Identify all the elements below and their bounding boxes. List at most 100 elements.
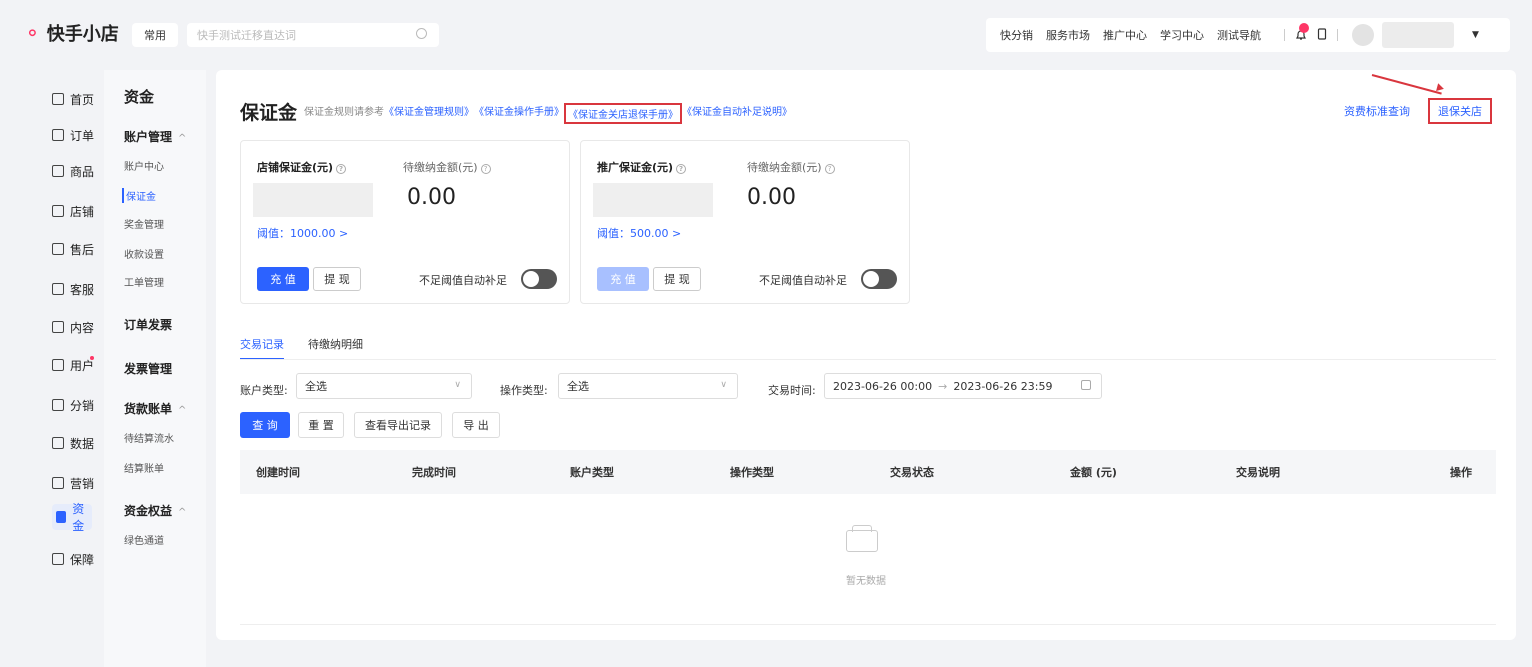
- export-button[interactable]: 导 出: [452, 412, 500, 438]
- col-action: 操作: [1450, 466, 1472, 479]
- annotation-arrow-head: [1436, 83, 1445, 93]
- auto-topup-label: 不足阈值自动补足: [419, 274, 507, 287]
- ref-prefix: 保证金规则请参考: [304, 107, 384, 118]
- promotion-deposit-card: 推广保证金(元)? 待缴纳金额(元)? 0.00 阈值：500.00 > 充 值…: [580, 140, 910, 304]
- fee-standard-link[interactable]: 资费标准查询: [1344, 103, 1410, 119]
- sub-item-deposit[interactable]: 保证金: [122, 188, 156, 203]
- pending-amount-value: 0.00: [747, 185, 796, 210]
- recharge-button[interactable]: 充 值: [597, 267, 649, 291]
- aftersale-icon: [52, 243, 64, 255]
- sub-group-rights[interactable]: 资金权益 ^: [124, 502, 186, 519]
- chevron-down-icon: ∨: [454, 380, 461, 390]
- close-store-button[interactable]: 退保关店: [1428, 98, 1492, 124]
- nav-link-promotion[interactable]: 推广中心: [1103, 27, 1147, 43]
- search-input[interactable]: 快手测试迁移直达词: [187, 23, 439, 47]
- divider: [240, 624, 1496, 625]
- help-icon[interactable]: ?: [336, 164, 347, 174]
- sub-item-ticket[interactable]: 工单管理: [124, 274, 164, 289]
- funds-icon: [56, 511, 67, 523]
- sub-group-order-invoice[interactable]: 订单发票: [124, 316, 172, 333]
- pending-amount-value: 0.00: [407, 185, 456, 210]
- store-deposit-card: 店铺保证金(元)? 待缴纳金额(元)? 0.00 阈值：1000.00 > 充 …: [240, 140, 570, 304]
- sub-group-account[interactable]: 账户管理 ^: [124, 128, 186, 145]
- link-auto-topup-notes[interactable]: 《保证金自动补足说明》: [682, 103, 792, 124]
- auto-topup-toggle[interactable]: [521, 269, 557, 289]
- toggle-knob: [863, 271, 879, 287]
- empty-text: 暂无数据: [846, 576, 886, 587]
- logo[interactable]: ⚬ 快手小店: [24, 20, 119, 46]
- sub-item-payment-settings[interactable]: 收款设置: [124, 246, 164, 261]
- sub-nav-title: 资金: [124, 88, 155, 106]
- sub-group-invoice[interactable]: 发票管理: [124, 360, 172, 377]
- sub-item-pending-flow[interactable]: 待结算流水: [124, 430, 174, 445]
- withdraw-button[interactable]: 提 现: [653, 267, 701, 291]
- nav-link-market[interactable]: 服务市场: [1046, 27, 1090, 43]
- nav-link-fenxiao[interactable]: 快分销: [1000, 27, 1033, 43]
- content-icon: [52, 321, 64, 333]
- auto-topup-toggle[interactable]: [861, 269, 897, 289]
- col-finished-time: 完成时间: [412, 466, 456, 479]
- chevron-up-icon: ^: [178, 133, 187, 144]
- ref-links: 保证金规则请参考 《保证金管理规则》 《保证金操作手册》 《保证金关店退保手册》…: [304, 103, 792, 124]
- link-management-rules[interactable]: 《保证金管理规则》: [384, 103, 474, 124]
- empty-box-icon: [846, 525, 878, 552]
- sub-item-green-channel[interactable]: 绿色通道: [124, 532, 164, 547]
- account-type-select[interactable]: 全选 ∨: [296, 373, 472, 399]
- time-start: 2023-06-26 00:00: [833, 379, 933, 393]
- threshold-link[interactable]: 阈值：500.00 >: [597, 225, 681, 241]
- withdraw-button[interactable]: 提 现: [313, 267, 361, 291]
- arrow-right-icon: →: [938, 379, 948, 393]
- op-type-select[interactable]: 全选 ∨: [558, 373, 738, 399]
- nav-link-learning[interactable]: 学习中心: [1160, 27, 1204, 43]
- quick-tab-button[interactable]: 常用: [132, 23, 178, 47]
- col-created-time: 创建时间: [256, 466, 300, 479]
- kuaishou-logo-icon: ⚬: [24, 21, 41, 45]
- main-panel: 保证金 保证金规则请参考 《保证金管理规则》 《保证金操作手册》 《保证金关店退…: [216, 70, 1516, 640]
- nav-link-test[interactable]: 测试导航: [1217, 27, 1261, 43]
- sub-item-account-center[interactable]: 账户中心: [124, 158, 164, 173]
- phone-icon[interactable]: [1317, 27, 1327, 43]
- nav-item-funds[interactable]: 资金: [52, 502, 92, 533]
- chevron-down-icon[interactable]: ▼: [1472, 30, 1479, 40]
- top-bar: ⚬ 快手小店 常用 快手测试迁移直达词 快分销 服务市场 推广中心 学习中心 测…: [0, 0, 1532, 66]
- chevron-up-icon: ^: [178, 507, 187, 518]
- chevron-down-icon: ∨: [720, 380, 727, 390]
- sub-item-settlement[interactable]: 结算账单: [124, 460, 164, 475]
- help-icon[interactable]: ?: [480, 164, 491, 174]
- col-status: 交易状态: [890, 466, 934, 479]
- op-type-label: 操作类型:: [500, 384, 548, 397]
- help-icon[interactable]: ?: [676, 164, 687, 174]
- recharge-button[interactable]: 充 值: [257, 267, 309, 291]
- marketing-icon: [52, 477, 64, 489]
- threshold-link[interactable]: 阈值：1000.00 >: [257, 225, 348, 241]
- link-operation-manual[interactable]: 《保证金操作手册》: [474, 103, 564, 124]
- col-amount: 金额 (元): [1070, 466, 1117, 479]
- bell-icon[interactable]: [1295, 23, 1309, 41]
- tab-transactions[interactable]: 交易记录: [240, 336, 284, 360]
- account-name-blurred[interactable]: [1382, 22, 1454, 48]
- date-range-picker[interactable]: 2023-06-26 00:00 → 2023-06-26 23:59: [824, 373, 1102, 399]
- sub-group-bill[interactable]: 货款账单 ^: [124, 400, 186, 417]
- tab-pending-details[interactable]: 待缴纳明细: [308, 336, 363, 360]
- help-icon[interactable]: ?: [824, 164, 835, 174]
- divider: [1337, 29, 1338, 41]
- data-icon: [52, 437, 64, 449]
- logo-text: 快手小店: [46, 24, 119, 45]
- account-type-label: 账户类型:: [240, 384, 288, 397]
- export-records-button[interactable]: 查看导出记录: [354, 412, 442, 438]
- page-title: 保证金: [240, 102, 298, 124]
- sub-item-bonus[interactable]: 奖金管理: [124, 216, 164, 231]
- query-button[interactable]: 查 询: [240, 412, 290, 438]
- calendar-icon: [1081, 380, 1091, 390]
- toggle-knob: [523, 271, 539, 287]
- search-placeholder: 快手测试迁移直达词: [197, 29, 296, 42]
- reset-button[interactable]: 重 置: [298, 412, 344, 438]
- distribution-icon: [52, 399, 64, 411]
- auto-topup-label: 不足阈值自动补足: [759, 274, 847, 287]
- notification-dot: [90, 356, 94, 360]
- store-deposit-label: 店铺保证金(元)?: [257, 159, 347, 175]
- annotation-arrow: [1371, 74, 1442, 95]
- avatar[interactable]: [1352, 24, 1374, 46]
- link-close-store-manual[interactable]: 《保证金关店退保手册》: [564, 103, 682, 124]
- search-icon[interactable]: [416, 28, 427, 39]
